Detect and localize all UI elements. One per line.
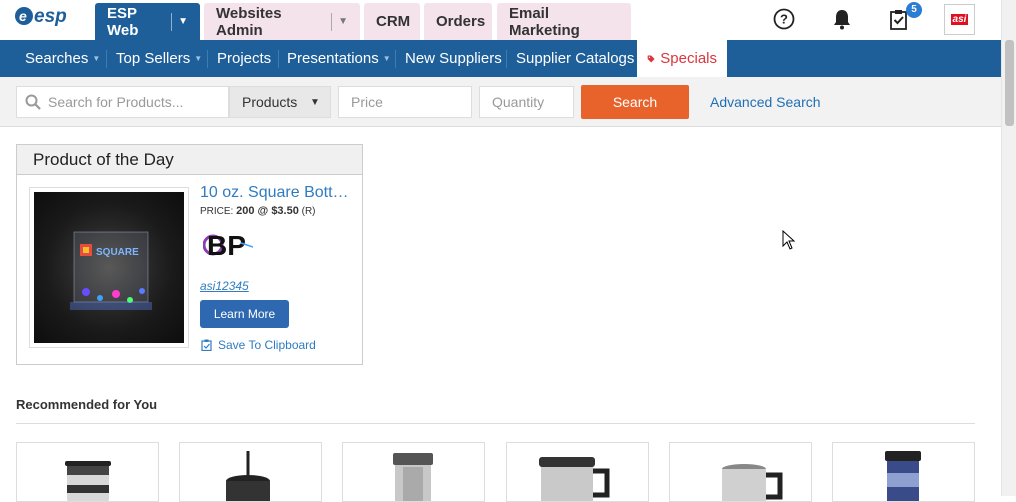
tab-crm[interactable]: CRM [364, 3, 420, 40]
tab-label: Orders [436, 13, 486, 30]
product-title-link[interactable]: 10 oz. Square Bott… [200, 184, 355, 202]
nav-divider [207, 50, 208, 68]
price-input[interactable]: Price [338, 86, 472, 118]
search-icon [25, 94, 41, 110]
tumbler-image [65, 461, 111, 501]
advanced-search-link[interactable]: Advanced Search [710, 94, 821, 110]
nav-specials[interactable]: Specials [637, 40, 727, 77]
straw-tumbler-image [226, 451, 270, 501]
nav-new-suppliers[interactable]: New Suppliers [405, 40, 502, 77]
product-image[interactable]: SQUARE [29, 187, 189, 348]
search-type-value: Products [242, 94, 298, 110]
glass-cube-image: SQUARE [70, 231, 152, 310]
steel-mug-image [722, 464, 783, 501]
nav-divider [106, 50, 107, 68]
nav-label: Supplier Catalogs [516, 50, 635, 67]
recommended-product-card[interactable] [342, 442, 485, 502]
potd-heading: Product of the Day [17, 145, 362, 175]
bell-icon[interactable] [831, 8, 853, 30]
nav-presentations[interactable]: Presentations ▼ [287, 40, 391, 77]
svg-text:e: e [19, 8, 27, 24]
price-value: 200 @ $3.50 [236, 205, 299, 217]
tab-label: Websites Admin [216, 4, 282, 39]
scrollbar-thumb[interactable] [1005, 40, 1014, 126]
chevron-down-icon[interactable]: ▼ [171, 12, 188, 31]
section-divider [16, 423, 975, 424]
tag-icon [647, 55, 655, 62]
nav-searches[interactable]: Searches ▼ [25, 40, 100, 77]
chevron-down-icon: ▼ [194, 54, 203, 63]
search-type-select[interactable]: Products ▼ [229, 86, 331, 118]
nav-label: New Suppliers [405, 50, 502, 67]
esp-logo-text: esp [34, 6, 67, 27]
search-bar: Search for Products... Products ▼ Price … [0, 77, 1001, 127]
image-label: SQUARE [96, 247, 139, 258]
product-photo: SQUARE [34, 192, 184, 343]
supplier-asi-link[interactable]: asi12345 [200, 279, 249, 293]
main-nav: Searches ▼ Top Sellers ▼ Projects Presen… [0, 40, 1001, 77]
recommended-product-card[interactable] [179, 442, 322, 502]
top-bar: e esp ESP Web ▼ Websites Admin ▼ CRM Ord… [0, 0, 1001, 40]
nav-divider [506, 50, 507, 68]
tab-websites-admin[interactable]: Websites Admin ▼ [204, 3, 360, 40]
product-price: PRICE: 200 @ $3.50 (R) [200, 205, 316, 217]
supplier-logo-text: BP [207, 230, 246, 261]
recommended-product-card[interactable] [669, 442, 812, 502]
quantity-placeholder: Quantity [492, 94, 545, 110]
price-label: PRICE: [200, 206, 234, 217]
insert-tumbler-image [885, 451, 921, 501]
caret-down-icon: ▼ [310, 96, 320, 108]
esp-logo[interactable]: e esp [14, 4, 76, 28]
recommended-heading: Recommended for You [16, 397, 158, 412]
nav-label: Presentations [287, 50, 379, 67]
nav-supplier-catalogs[interactable]: Supplier Catalogs [516, 40, 634, 77]
asi-logo-text: asi [950, 14, 969, 25]
recommended-product-card[interactable] [16, 442, 159, 502]
recommended-product-card[interactable] [506, 442, 649, 502]
chevron-down-icon: ▼ [92, 54, 101, 63]
nav-label: Top Sellers [116, 50, 191, 67]
recommended-product-card[interactable] [832, 442, 975, 502]
supplier-logo[interactable]: BP [203, 225, 253, 265]
page-scrollbar[interactable] [1001, 0, 1016, 496]
asi-logo[interactable]: asi [944, 4, 975, 35]
tab-email-marketing[interactable]: Email Marketing [497, 3, 631, 40]
product-of-the-day-card: Product of the Day SQUARE 10 oz. Square … [16, 144, 363, 365]
price-code: (R) [301, 206, 316, 217]
nav-divider [395, 50, 396, 68]
product-search-placeholder: Search for Products... [48, 94, 184, 110]
tab-label: Email Marketing [509, 4, 580, 39]
tab-orders[interactable]: Orders [424, 3, 492, 40]
chevron-down-icon[interactable]: ▼ [331, 12, 348, 31]
search-button[interactable]: Search [581, 85, 689, 119]
svg-text:?: ? [780, 12, 788, 27]
clipboard-icon [201, 339, 212, 351]
quantity-input[interactable]: Quantity [479, 86, 574, 118]
learn-more-button[interactable]: Learn More [200, 300, 289, 328]
tab-label: CRM [376, 13, 411, 30]
chevron-down-icon: ▼ [382, 54, 391, 63]
save-to-clipboard-link[interactable]: Save To Clipboard [201, 338, 316, 352]
tab-label: ESP Web [107, 4, 139, 39]
nav-label: Specials [660, 50, 717, 67]
nav-label: Projects [217, 50, 272, 67]
tab-esp-web[interactable]: ESP Web ▼ [95, 3, 200, 40]
help-icon[interactable]: ? [773, 8, 795, 30]
save-to-clipboard-label: Save To Clipboard [218, 338, 316, 352]
nav-label: Searches [25, 50, 89, 67]
nav-divider [278, 50, 279, 68]
price-placeholder: Price [351, 94, 383, 110]
travel-mug-image [393, 453, 433, 501]
handle-mug-image [539, 457, 610, 501]
mouse-cursor-icon [782, 230, 796, 250]
nav-top-sellers[interactable]: Top Sellers ▼ [116, 40, 202, 77]
product-search-input[interactable]: Search for Products... [16, 86, 229, 118]
tasks-count-badge: 5 [906, 2, 922, 18]
nav-projects[interactable]: Projects [217, 40, 271, 77]
